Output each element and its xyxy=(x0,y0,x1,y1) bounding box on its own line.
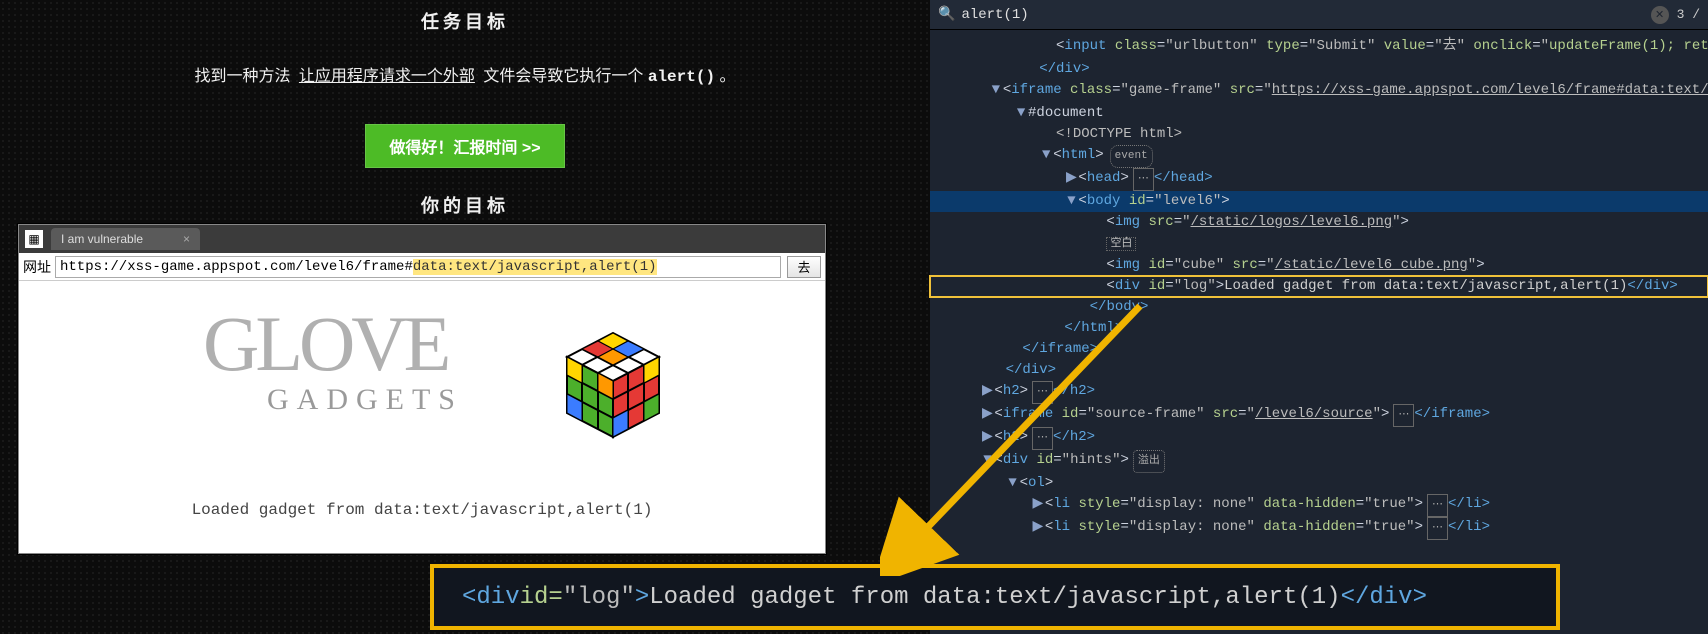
tab-bar: ▦ I am vulnerable × xyxy=(19,225,825,253)
dom-tree[interactable]: <input class="urlbutton" type="Submit" v… xyxy=(930,30,1708,540)
tree-node[interactable]: ▼<ol> xyxy=(930,473,1708,494)
tree-node[interactable]: </div> xyxy=(930,59,1708,80)
address-label: 网址 xyxy=(23,257,51,277)
tree-node[interactable]: ▼<div id="hints">溢出 xyxy=(930,450,1708,473)
tree-node[interactable]: ▼#document xyxy=(930,103,1708,124)
tree-node[interactable]: ▶<li style="display: none" data-hidden="… xyxy=(930,494,1708,517)
browser-tab[interactable]: I am vulnerable × xyxy=(51,228,200,250)
tree-node[interactable]: 空白 xyxy=(930,233,1708,255)
page-content: GLOVE GADGETS xyxy=(19,281,825,553)
search-count: 3 / xyxy=(1677,7,1700,22)
overflow-badge[interactable]: 溢出 xyxy=(1133,450,1165,473)
url-highlight: data:text/javascript,alert(1) xyxy=(413,259,657,275)
report-button[interactable]: 做得好！汇报时间 >> xyxy=(365,124,564,168)
chevron-right-icon[interactable]: ▶ xyxy=(1064,168,1078,189)
chevron-down-icon[interactable]: ▼ xyxy=(1006,473,1020,494)
tree-node[interactable]: ▼<html>event xyxy=(930,145,1708,168)
go-button[interactable]: 去 xyxy=(787,256,821,278)
chevron-down-icon[interactable]: ▼ xyxy=(980,450,994,471)
tree-node[interactable]: </div> xyxy=(930,360,1708,381)
chevron-down-icon[interactable]: ▼ xyxy=(1039,145,1053,166)
loaded-message: Loaded gadget from data:text/javascript,… xyxy=(19,501,825,519)
mission-text-code: alert() xyxy=(648,68,715,86)
mission-panel: 任务目标 找到一种方法 让应用程序请求一个外部 文件会导致它执行一个 alert… xyxy=(0,0,930,634)
tree-node[interactable]: ▼<iframe class="game-frame" src="https:/… xyxy=(930,80,1708,103)
event-badge[interactable]: event xyxy=(1110,145,1153,168)
callout-idval: "log" xyxy=(563,584,635,611)
logo-top: GLOVE xyxy=(203,311,463,377)
mission-title: 任务目标 xyxy=(0,8,930,34)
tree-node[interactable]: ▶<head>⋯</head> xyxy=(930,168,1708,191)
callout-text: Loaded gadget from data:text/javascript,… xyxy=(649,584,1340,611)
tree-node[interactable]: </iframe> xyxy=(930,339,1708,360)
mission-text-mid: 文件会导致它执行一个 xyxy=(483,68,647,85)
tree-node[interactable]: ▶<iframe id="source-frame" src="/level6/… xyxy=(930,404,1708,427)
favicon-icon: ▦ xyxy=(25,230,43,248)
tree-node[interactable]: <img src="/static/logos/level6.png"> xyxy=(930,212,1708,233)
chevron-right-icon[interactable]: ▶ xyxy=(980,404,994,425)
ellipsis-badge[interactable]: ⋯ xyxy=(1133,168,1154,191)
chevron-right-icon[interactable]: ▶ xyxy=(1031,494,1045,515)
tree-node-highlighted[interactable]: <div id="log">Loaded gadget from data:te… xyxy=(930,276,1708,297)
devtools-panel: 🔍 alert(1) ✕ 3 / <input class="urlbutton… xyxy=(930,0,1708,634)
ellipsis-badge[interactable]: ⋯ xyxy=(1427,517,1448,540)
mission-text-underline: 让应用程序请求一个外部 xyxy=(295,68,479,85)
cube-icon xyxy=(553,325,673,445)
devtools-search-bar: 🔍 alert(1) ✕ 3 / xyxy=(930,0,1708,30)
chevron-down-icon[interactable]: ▼ xyxy=(1014,103,1028,124)
tree-node[interactable]: </html> xyxy=(930,318,1708,339)
address-row: 网址 https://xss-game.appspot.com/level6/f… xyxy=(19,253,825,281)
chevron-right-icon[interactable]: ▶ xyxy=(980,381,994,402)
tree-node[interactable]: <!DOCTYPE html> xyxy=(930,124,1708,145)
target-title: 你的目标 xyxy=(0,192,930,218)
glove-logo: GLOVE GADGETS xyxy=(203,311,463,417)
close-icon[interactable]: × xyxy=(183,232,190,246)
chevron-down-icon[interactable]: ▼ xyxy=(989,80,1003,101)
chevron-right-icon[interactable]: ▶ xyxy=(980,427,994,448)
tab-title: I am vulnerable xyxy=(61,232,143,246)
ellipsis-badge[interactable]: ⋯ xyxy=(1427,494,1448,517)
chevron-right-icon[interactable]: ▶ xyxy=(1031,517,1045,538)
mission-text-post: 。 xyxy=(720,68,736,85)
callout-close: </div> xyxy=(1341,584,1427,611)
url-plain: https://xss-game.appspot.com/level6/fram… xyxy=(56,259,413,275)
search-icon: 🔍 xyxy=(938,6,955,23)
mission-text: 找到一种方法 让应用程序请求一个外部 文件会导致它执行一个 alert() 。 xyxy=(0,62,930,86)
whitespace-badge: 空白 xyxy=(1106,237,1136,251)
tree-node[interactable]: ▶<li style="display: none" data-hidden="… xyxy=(930,517,1708,540)
ellipsis-badge[interactable]: ⋯ xyxy=(1032,427,1053,450)
clear-search-icon[interactable]: ✕ xyxy=(1651,6,1669,24)
tree-node[interactable]: <input class="urlbutton" type="Submit" v… xyxy=(930,36,1708,59)
address-input[interactable]: https://xss-game.appspot.com/level6/fram… xyxy=(55,256,781,278)
fake-browser: ▦ I am vulnerable × 网址 https://xss-game.… xyxy=(18,224,826,554)
tree-node[interactable]: ▶<h2>⋯</h2> xyxy=(930,427,1708,450)
logo-bottom: GADGETS xyxy=(267,383,463,417)
ellipsis-badge[interactable]: ⋯ xyxy=(1032,381,1053,404)
search-input[interactable]: alert(1) xyxy=(961,7,1650,23)
callout-box: <div id="log">Loaded gadget from data:te… xyxy=(430,564,1560,630)
mission-text-pre: 找到一种方法 xyxy=(194,68,290,85)
tree-node[interactable]: ▶<h2>⋯</h2> xyxy=(930,381,1708,404)
tree-node-selected[interactable]: ▼<body id="level6"> xyxy=(930,191,1708,212)
chevron-down-icon[interactable]: ▼ xyxy=(1064,191,1078,212)
tree-node[interactable]: <img id="cube" src="/static/level6_cube.… xyxy=(930,255,1708,276)
ellipsis-badge[interactable]: ⋯ xyxy=(1393,404,1414,427)
tree-node[interactable]: </body> xyxy=(930,297,1708,318)
